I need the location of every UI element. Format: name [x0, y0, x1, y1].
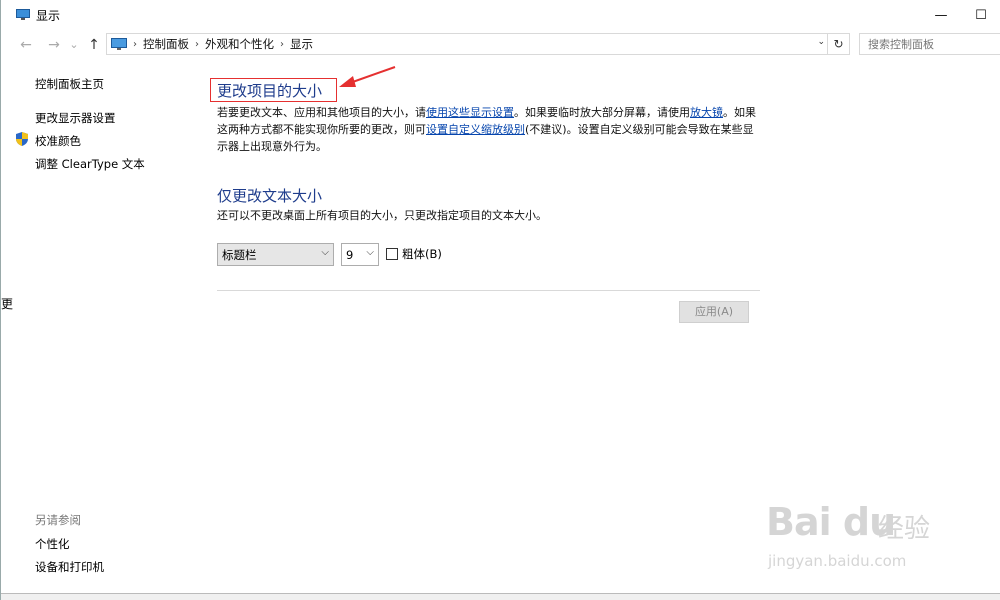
maximize-button[interactable]: ☐ [961, 0, 1000, 30]
breadcrumb-display[interactable]: 显示 [290, 36, 313, 52]
apply-button[interactable]: 应用(A) [679, 301, 749, 323]
page-title: 更改项目的大小 [217, 82, 323, 100]
item-select[interactable]: 标题栏 ⌵ [217, 243, 334, 266]
section-heading-text-size: 仅更改文本大小 [217, 187, 323, 205]
sidebar-item-personalization[interactable]: 个性化 [35, 536, 70, 552]
custom-scaling-link[interactable]: 设置自定义缩放级别 [426, 123, 525, 136]
chevron-down-icon[interactable]: ⌄ [817, 37, 825, 47]
bold-checkbox-label[interactable]: 粗体(B) [402, 246, 442, 262]
sidebar-item-devices-printers[interactable]: 设备和打印机 [35, 559, 104, 575]
navigation-bar: ← → ⌄ ↑ › 控制面板 › 外观和个性化 › 显示 ⌄ ↻ [1, 32, 1000, 58]
item-select-value: 标题栏 [222, 247, 257, 262]
description-paragraph: 若要更改文本、应用和其他项目的大小，请使用这些显示设置。如果要临时放大部分屏幕，… [217, 106, 756, 153]
recent-locations-icon[interactable]: ⌄ [65, 36, 83, 54]
breadcrumb-appearance[interactable]: 外观和个性化 [205, 36, 274, 52]
annotation-arrow-icon [339, 66, 396, 87]
display-settings-link[interactable]: 使用这些显示设置 [426, 106, 514, 119]
breadcrumb-control-panel[interactable]: 控制面板 [143, 36, 189, 52]
control-panel-icon [111, 38, 127, 50]
display-icon [16, 9, 30, 20]
search-box[interactable] [859, 33, 1000, 55]
breadcrumb-separator: › [280, 38, 284, 50]
taskbar-edge [1, 593, 1000, 600]
chevron-down-icon: ⌵ [366, 247, 374, 258]
bold-checkbox[interactable] [386, 248, 398, 260]
watermark-url: jingyan.baidu.com [768, 552, 907, 570]
window-title: 显示 [36, 9, 61, 23]
divider [217, 290, 760, 291]
window-controls: — ☐ [921, 0, 1000, 30]
see-also-heading: 另请参阅 [35, 513, 81, 527]
breadcrumb-separator: › [133, 38, 137, 50]
sidebar-item-calibrate-color[interactable]: 校准颜色 [35, 133, 81, 149]
control-panel-window: 显示 — ☐ ← → ⌄ ↑ › 控制面板 › 外观和个性化 › 显示 ⌄ ↻ [0, 0, 1000, 600]
watermark-logo: Bai du [766, 500, 896, 544]
size-select[interactable]: 9 ⌵ [341, 243, 379, 266]
sidebar-item-cleartype[interactable]: 调整 ClearType 文本 [35, 156, 145, 172]
refresh-button[interactable]: ↻ [828, 33, 850, 55]
watermark-text: 经验 [878, 514, 931, 544]
size-select-value: 9 [346, 247, 354, 262]
title-bar: 显示 — ☐ [1, 0, 1000, 30]
breadcrumb-separator: › [195, 38, 199, 50]
shield-icon [16, 132, 28, 146]
minimize-button[interactable]: — [921, 0, 961, 30]
background-window-edge: 更 [1, 297, 14, 311]
address-bar[interactable]: › 控制面板 › 外观和个性化 › 显示 ⌄ [106, 33, 828, 55]
chevron-down-icon: ⌵ [321, 247, 329, 258]
up-arrow-icon[interactable]: ↑ [85, 36, 103, 54]
search-input[interactable] [860, 34, 1000, 54]
back-arrow-icon[interactable]: ← [17, 36, 35, 54]
text-size-description: 还可以不更改桌面上所有项目的大小，只更改指定项目的文本大小。 [217, 209, 547, 222]
forward-arrow-icon[interactable]: → [45, 36, 63, 54]
magnifier-link[interactable]: 放大镜 [690, 106, 723, 119]
sidebar-item-display-settings[interactable]: 更改显示器设置 [35, 110, 116, 126]
sidebar-item-home[interactable]: 控制面板主页 [35, 76, 104, 92]
baidu-watermark: Bai du 经验 jingyan.baidu.com [766, 488, 946, 580]
